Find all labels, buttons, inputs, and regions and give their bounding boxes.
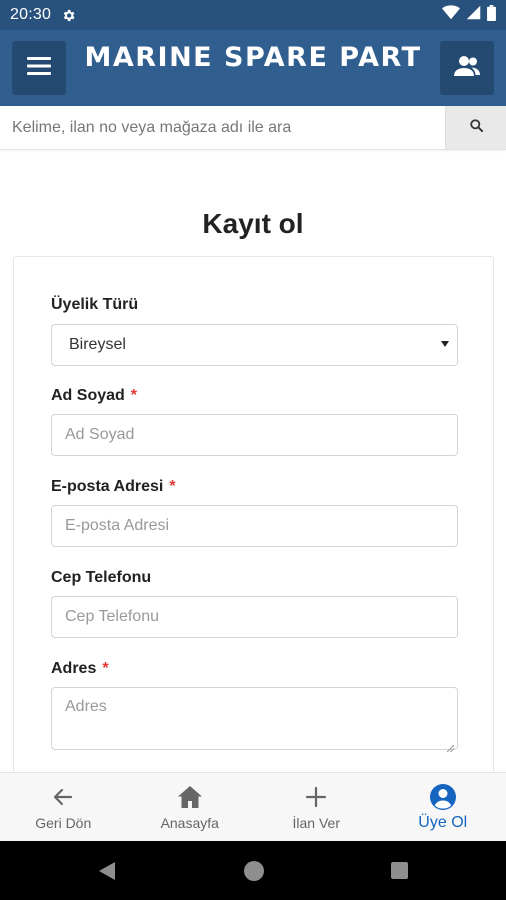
name-label: Ad Soyad * xyxy=(51,387,137,405)
search-input[interactable] xyxy=(0,106,445,149)
address-label-text: Adres xyxy=(51,660,97,677)
wifi-icon xyxy=(442,5,460,25)
search-bar xyxy=(0,106,506,150)
plus-icon xyxy=(305,783,327,811)
bottom-navigation: Geri Dön Anasayfa İlan Ver Üye Ol xyxy=(0,772,506,841)
app-logo-title: MARINE SPARE PART xyxy=(84,42,422,73)
nav-label-post-ad: İlan Ver xyxy=(292,815,340,831)
users-icon xyxy=(453,55,481,82)
membership-type-label: Üyelik Türü xyxy=(51,296,138,314)
app-header: MARINE SPARE PART xyxy=(0,30,506,106)
required-asterisk: * xyxy=(102,660,109,677)
membership-type-value: Bireysel xyxy=(69,336,126,353)
email-placeholder: E-posta Adresi xyxy=(65,517,170,534)
nav-item-post-ad[interactable]: İlan Ver xyxy=(253,773,380,841)
address-textarea[interactable]: Adres xyxy=(51,687,458,753)
status-time: 20:30 xyxy=(10,6,52,23)
membership-type-label-text: Üyelik Türü xyxy=(51,296,139,313)
name-label-text: Ad Soyad xyxy=(51,387,125,404)
email-label-text: E-posta Adresi xyxy=(51,478,164,495)
phone-label: Cep Telefonu xyxy=(51,569,151,587)
nav-label-register: Üye Ol xyxy=(418,813,468,831)
required-asterisk: * xyxy=(169,478,176,495)
nav-item-back[interactable]: Geri Dön xyxy=(0,773,127,841)
account-button[interactable] xyxy=(440,41,494,95)
user-circle-icon xyxy=(429,783,457,811)
address-label: Adres * xyxy=(51,660,109,678)
battery-icon xyxy=(487,4,496,26)
phone-placeholder: Cep Telefonu xyxy=(65,608,159,625)
search-button[interactable] xyxy=(445,106,506,149)
email-label: E-posta Adresi * xyxy=(51,478,176,496)
name-placeholder: Ad Soyad xyxy=(65,426,135,443)
membership-type-select[interactable]: Bireysel xyxy=(51,324,458,366)
required-asterisk: * xyxy=(130,387,138,404)
system-home-icon[interactable] xyxy=(244,861,264,881)
search-icon xyxy=(469,118,483,137)
nav-label-home: Anasayfa xyxy=(160,815,219,831)
app-screen: 20:30 MARINE SPARE PART Kelime, ilan no … xyxy=(0,0,506,900)
name-field[interactable]: Ad Soyad xyxy=(51,414,458,456)
nav-label-back: Geri Dön xyxy=(35,815,92,831)
page-title: Kayıt ol xyxy=(202,208,304,239)
status-bar: 20:30 xyxy=(0,0,506,30)
system-back-icon[interactable] xyxy=(98,861,116,886)
phone-field[interactable]: Cep Telefonu xyxy=(51,596,458,638)
menu-button[interactable] xyxy=(12,41,66,95)
phone-label-text: Cep Telefonu xyxy=(51,569,152,586)
nav-item-home[interactable]: Anasayfa xyxy=(127,773,254,841)
system-recents-icon[interactable] xyxy=(391,862,408,879)
settings-icon xyxy=(61,8,76,23)
address-placeholder: Adres xyxy=(65,698,107,715)
signal-icon xyxy=(466,5,481,25)
caret-down-icon xyxy=(441,341,449,347)
nav-item-register[interactable]: Üye Ol xyxy=(380,773,506,841)
resize-handle-icon[interactable] xyxy=(446,739,455,753)
email-field[interactable]: E-posta Adresi xyxy=(51,505,458,547)
system-navigation-bar xyxy=(0,841,506,900)
home-icon xyxy=(177,783,203,811)
hamburger-icon xyxy=(27,56,51,81)
arrow-left-icon xyxy=(51,783,75,811)
